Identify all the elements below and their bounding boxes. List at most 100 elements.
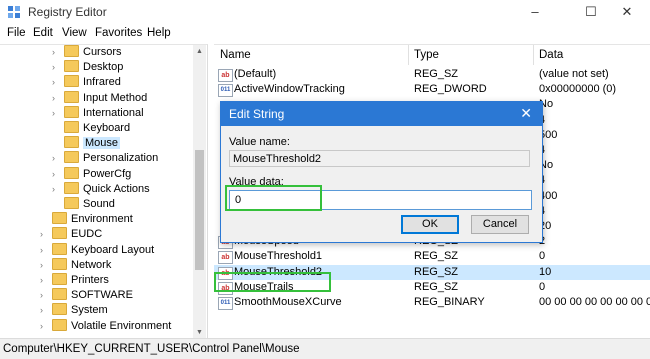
value-data: 0 bbox=[539, 250, 546, 263]
chevron-right-icon[interactable]: › bbox=[40, 273, 50, 288]
chevron-right-icon[interactable]: › bbox=[40, 258, 50, 273]
chevron-right-icon[interactable]: › bbox=[52, 91, 62, 106]
tree-item[interactable]: › Desktop bbox=[52, 60, 123, 75]
chevron-right-icon[interactable]: › bbox=[40, 243, 50, 258]
value-type: REG_BINARY bbox=[414, 296, 485, 308]
chevron-right-icon[interactable]: › bbox=[52, 182, 62, 197]
folder-icon bbox=[64, 197, 79, 210]
value-data: 00 00 00 00 00 00 00 0 bbox=[539, 296, 650, 308]
tree-item-label: Cursors bbox=[83, 46, 122, 58]
tree-item[interactable]: › PowerCfg bbox=[52, 166, 132, 182]
dialog-title-bar: Edit String ✕ bbox=[221, 102, 542, 126]
value-type: REG_SZ bbox=[414, 68, 459, 80]
status-path: Computer\HKEY_CURRENT_USER\Control Panel… bbox=[3, 343, 300, 355]
menu-help[interactable]: Help bbox=[147, 27, 171, 39]
tree-item[interactable]: Environment bbox=[40, 212, 133, 227]
tree-item[interactable]: › Network bbox=[40, 257, 112, 273]
tree-item[interactable]: › Volatile Environment bbox=[40, 318, 171, 334]
value-type: REG_SZ bbox=[414, 265, 459, 278]
folder-icon bbox=[64, 121, 79, 134]
key-tree-pane[interactable]: › Cursors › Desktop › Infrared › Input Method › I… bbox=[0, 44, 208, 339]
chevron-right-icon[interactable]: › bbox=[52, 45, 62, 60]
binary-value-icon: 011 bbox=[218, 297, 233, 310]
tree-item-label: Keyboard Layout bbox=[71, 243, 155, 256]
folder-icon bbox=[64, 90, 79, 103]
value-data: 0x00000000 (0) bbox=[539, 83, 617, 96]
tree-item-label: Mouse bbox=[83, 137, 121, 150]
folder-icon bbox=[52, 318, 67, 331]
chevron-right-icon[interactable]: › bbox=[52, 75, 62, 90]
chevron-right-icon[interactable]: › bbox=[52, 60, 62, 75]
tree-item[interactable]: Keyboard bbox=[52, 121, 130, 136]
chevron-right-icon[interactable]: › bbox=[40, 303, 50, 318]
tree-item[interactable]: › Cursors bbox=[52, 45, 122, 60]
ok-button[interactable]: OK bbox=[401, 215, 459, 234]
menu-edit[interactable]: Edit bbox=[33, 27, 53, 39]
folder-icon bbox=[52, 288, 67, 301]
minimize-button[interactable]: – bbox=[512, 0, 558, 24]
folder-icon bbox=[64, 105, 79, 118]
menu-view[interactable]: View bbox=[62, 27, 87, 39]
tree-item[interactable]: › Quick Actions bbox=[52, 181, 150, 197]
tree-item[interactable]: › System bbox=[40, 303, 108, 318]
chevron-right-icon[interactable]: › bbox=[52, 167, 62, 182]
tree-item[interactable]: › International bbox=[52, 105, 144, 121]
tree-item[interactable]: › Infrared bbox=[52, 75, 121, 90]
tree-item-label: Network bbox=[71, 258, 112, 271]
folder-icon bbox=[52, 227, 67, 240]
menu-favorites[interactable]: Favorites bbox=[95, 27, 142, 39]
tree-item-label: SOFTWARE bbox=[71, 289, 133, 302]
folder-icon bbox=[52, 257, 67, 270]
folder-icon bbox=[52, 273, 67, 286]
chevron-right-icon[interactable]: › bbox=[52, 106, 62, 121]
value-name: MouseThreshold1 bbox=[234, 250, 323, 263]
dialog-title: Edit String bbox=[229, 107, 285, 121]
scrollbar-thumb[interactable] bbox=[195, 150, 204, 270]
tree-item[interactable]: › Printers bbox=[40, 273, 109, 288]
column-header-type[interactable]: Type bbox=[414, 45, 439, 65]
chevron-right-icon[interactable]: › bbox=[40, 319, 50, 334]
column-header-name[interactable]: Name bbox=[220, 45, 251, 65]
value-name: ActiveWindowTracking bbox=[234, 83, 345, 96]
value-row[interactable]: ab MouseThreshold1 REG_SZ 0 bbox=[214, 249, 650, 265]
window-title: Registry Editor bbox=[28, 5, 107, 19]
tree-item-label: Infrared bbox=[83, 76, 121, 89]
tree-item[interactable]: Mouse bbox=[52, 136, 121, 151]
close-button[interactable]: ✕ bbox=[604, 0, 650, 24]
string-value-icon: ab bbox=[218, 251, 233, 265]
tree-scrollbar[interactable]: ▲ ▼ bbox=[193, 45, 206, 339]
column-header-data[interactable]: Data bbox=[539, 45, 563, 65]
cancel-button[interactable]: Cancel bbox=[471, 215, 529, 234]
value-type: REG_DWORD bbox=[414, 83, 487, 96]
tree-item-label: EUDC bbox=[71, 228, 103, 241]
value-row[interactable]: 011 ActiveWindowTracking REG_DWORD 0x000000… bbox=[214, 82, 650, 98]
value-row[interactable]: ab (Default) REG_SZ (value not set) bbox=[214, 67, 650, 82]
value-name-field: MouseThreshold2 bbox=[229, 150, 530, 167]
chevron-right-icon[interactable]: › bbox=[52, 151, 62, 166]
tree-item-label: PowerCfg bbox=[83, 167, 132, 180]
value-type: REG_SZ bbox=[414, 280, 459, 293]
tree-item[interactable]: Sound bbox=[52, 197, 115, 212]
tree-item-label: Sound bbox=[83, 198, 115, 210]
value-type: REG_SZ bbox=[414, 250, 459, 263]
value-row[interactable]: 011 SmoothMouseXCurve REG_BINARY 00 00 00 0… bbox=[214, 295, 650, 310]
value-data: 10 bbox=[539, 265, 552, 278]
tree-item-label: Input Method bbox=[83, 91, 148, 104]
binary-value-icon: 011 bbox=[218, 84, 233, 98]
tree-item[interactable]: › Input Method bbox=[52, 90, 148, 106]
menu-file[interactable]: File bbox=[7, 27, 26, 39]
status-bar: Computer\HKEY_CURRENT_USER\Control Panel… bbox=[0, 338, 650, 359]
folder-icon bbox=[64, 45, 79, 58]
chevron-right-icon[interactable]: › bbox=[40, 288, 50, 303]
tree-item[interactable]: › Personalization bbox=[52, 151, 158, 166]
chevron-right-icon[interactable]: › bbox=[40, 227, 50, 242]
value-name-label: Value name: bbox=[229, 136, 290, 148]
scroll-up-icon[interactable]: ▲ bbox=[193, 45, 206, 58]
dialog-close-icon[interactable]: ✕ bbox=[520, 105, 532, 122]
tree-item-label: Desktop bbox=[83, 61, 124, 74]
tree-item[interactable]: › SOFTWARE bbox=[40, 288, 133, 303]
tree-item-label: Keyboard bbox=[83, 122, 131, 134]
tree-item[interactable]: › EUDC bbox=[40, 227, 102, 242]
tree-item-label: System bbox=[71, 304, 108, 317]
tree-item[interactable]: › Keyboard Layout bbox=[40, 242, 155, 258]
